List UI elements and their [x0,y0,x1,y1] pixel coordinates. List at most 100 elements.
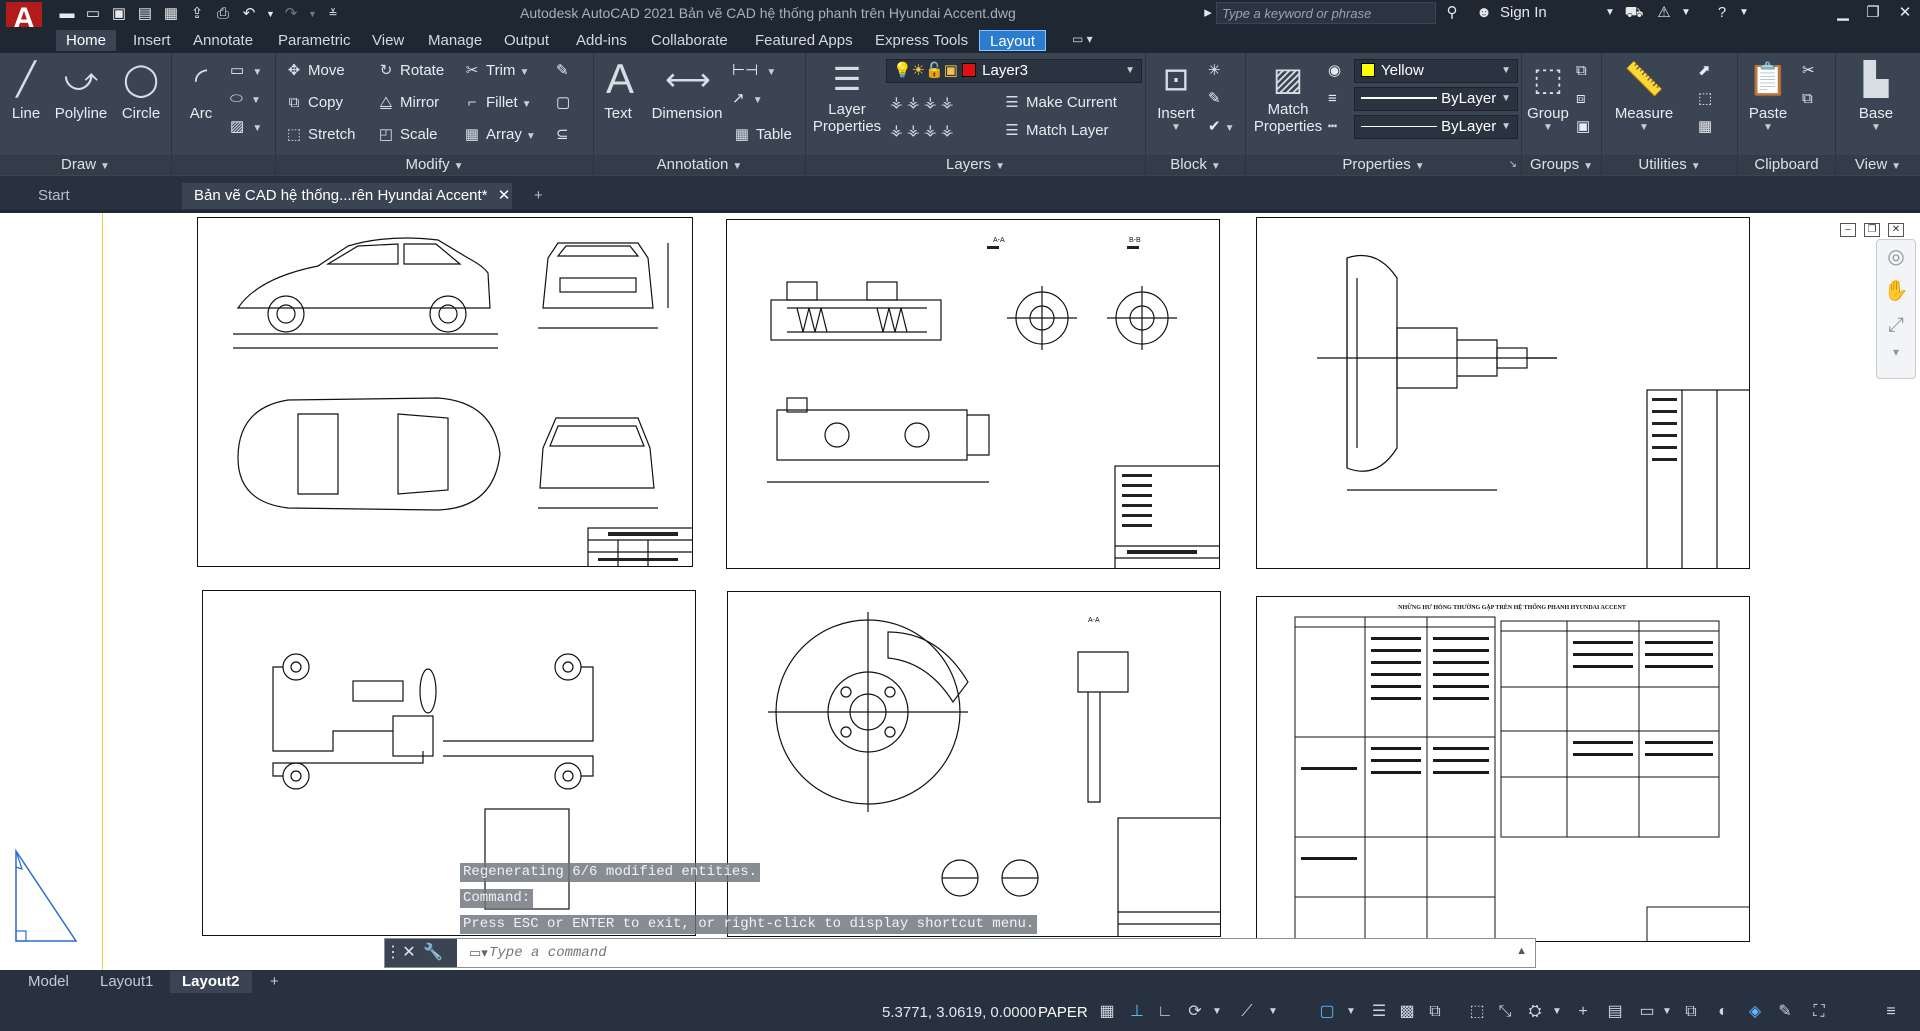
3d-osnap-icon[interactable]: ⬚ [1466,1001,1488,1023]
customize-qat-icon[interactable]: ≚ [324,5,342,23]
search-input[interactable]: Type a keyword or phrase [1216,2,1436,24]
close-icon[interactable]: ✕ [1892,2,1918,24]
connect-icon[interactable]: ⚠ [1654,3,1674,23]
layer-tools-row1[interactable]: ⚶ ⚶ ⚶ ⚶ [890,91,953,115]
restore-viewport-icon[interactable]: ❐ [1864,223,1880,237]
group-button[interactable]: ⬚ Group ▼ [1524,57,1572,133]
redo-dropdown-icon[interactable]: ▼ [308,5,317,23]
tab-output[interactable]: Output [494,30,559,51]
tab-drawing[interactable]: Bản vẽ CAD hệ thống...rên Hyundai Accent… [182,183,512,209]
tab-home[interactable]: Home [56,30,117,51]
object-snap-icon[interactable]: ▢ [1316,1001,1338,1023]
view-panel-title[interactable]: View ▼ [1836,155,1920,175]
rotate-button[interactable]: ↻ Rotate [376,59,445,83]
fullscreen-icon[interactable]: ⛶ [1808,1001,1830,1023]
tab-insert[interactable]: Insert [123,30,181,51]
edit-block-icon[interactable]: ✎ [1208,87,1221,111]
new-tab-button[interactable]: + [522,183,555,209]
drawing-area[interactable]: A-A B-B A-A NHỮNG HƯ HỎNG THƯỜNG GẶP TRÊ… [0,213,1920,970]
plot-icon[interactable]: ⎙ [214,5,232,23]
explode-icon[interactable]: ▢ [556,91,570,115]
hatch-icon[interactable]: ▨ ▼ [230,115,262,139]
polar-icon[interactable]: ⟳ [1184,1001,1206,1023]
base-button[interactable]: ▙ Base ▼ [1844,57,1908,133]
zoom-extents-icon[interactable]: ⤢ [1877,308,1915,342]
user-icon[interactable]: ☻ [1474,3,1494,23]
lineweight-icon[interactable]: ≡ [1328,87,1337,111]
tab-express-tools[interactable]: Express Tools [865,30,978,51]
grid-icon[interactable]: ▦ [1096,1001,1118,1023]
linetype-icon[interactable]: ┅ [1328,115,1337,139]
layer-tools-row2[interactable]: ⚶ ⚶ ⚶ ⚶ [890,119,953,143]
qp-dropdown-icon[interactable]: ▼ [1656,1001,1678,1023]
group-select-icon[interactable]: ▣ [1576,115,1590,139]
annotation-panel-title[interactable]: Annotation ▼ [594,155,805,175]
arc-button[interactable]: ◜ Arc [176,57,226,122]
scale-button[interactable]: ◰ Scale [376,123,438,147]
layer-properties-button[interactable]: ☰ Layer Properties [810,57,884,135]
minimize-viewport-icon[interactable]: – [1840,223,1856,237]
tab-start[interactable]: Start [26,183,186,209]
dynamic-ucs-icon[interactable]: ⤡ [1494,1001,1516,1023]
offset-icon[interactable]: ⊆ [556,123,569,147]
nav-dropdown-icon[interactable]: ▾ [1877,342,1915,362]
steering-wheel-icon[interactable]: ◎ [1877,240,1915,274]
dimension-button[interactable]: ⟷ Dimension [648,57,726,122]
lock-ui-icon[interactable]: ⧉ [1680,1001,1702,1023]
attribute-icon[interactable]: ✔ ▼ [1208,115,1234,139]
history-toggle-icon[interactable]: ▲ [1516,945,1527,957]
tab-annotate[interactable]: Annotate [183,30,263,51]
paste-button[interactable]: 📋 Paste ▼ [1740,57,1796,133]
cut-icon[interactable]: ✂ [1802,59,1815,83]
tab-add-ins[interactable]: Add-ins [566,30,637,51]
create-block-icon[interactable]: ✳ [1208,59,1221,83]
circle-button[interactable]: ◯ Circle [116,57,166,122]
leader-icon[interactable]: ↗ ▼ [732,87,763,111]
table-button[interactable]: ▦ Table [732,123,792,147]
tab-manage[interactable]: Manage [418,30,492,51]
viewport-car-views[interactable] [197,217,693,567]
lineweight-dropdown[interactable]: ByLayer ▼ [1354,87,1518,111]
units-icon[interactable]: ▤ [1604,1001,1626,1023]
viewport-master-cylinder[interactable]: A-A B-B [726,219,1220,569]
groups-panel-title[interactable]: Groups ▼ [1522,155,1601,175]
selection-cycling-icon[interactable]: ⧉ [1424,1001,1446,1023]
tab-model[interactable]: Model [16,971,81,993]
close-icon[interactable]: ✕ [397,939,421,967]
layer-dropdown[interactable]: 💡☀🔓▣ Layer3 ▼ [886,59,1142,83]
viewport-fault-table[interactable]: NHỮNG HƯ HỎNG THƯỜNG GẶP TRÊN HỆ THỐNG P… [1256,596,1750,942]
paper-space-toggle[interactable]: PAPER [1038,1004,1088,1021]
stretch-button[interactable]: ⬚ Stretch [284,123,356,147]
calculator-icon[interactable]: ▦ [1698,115,1712,139]
group-edit-icon[interactable]: ⧈ [1576,87,1586,111]
color-wheel-icon[interactable]: ◉ [1328,59,1341,83]
minimize-icon[interactable]: ▁ [1830,2,1856,24]
redo-icon[interactable]: ↷ [282,5,300,23]
undo-dropdown-icon[interactable]: ▼ [266,5,275,23]
snap-icon[interactable]: ⊥ [1126,1001,1148,1023]
undo-icon[interactable]: ↶ [240,5,258,23]
utilities-panel-title[interactable]: Utilities ▼ [1602,155,1737,175]
coordinate-readout[interactable]: 5.3771, 3.0619, 0.0000 [882,1004,1036,1021]
lineweight-toggle-icon[interactable]: ☰ [1368,1001,1390,1023]
viewport-brake-booster[interactable] [1256,217,1750,569]
annotation-monitor-icon[interactable]: ⛭ [1524,1001,1546,1023]
clean-screen-icon[interactable]: ✎ [1774,1001,1796,1023]
command-input[interactable] [465,939,1505,967]
color-dropdown[interactable]: Yellow ▼ [1354,59,1518,83]
rectangle-icon[interactable]: ▭ ▼ [230,59,262,83]
tab-parametric[interactable]: Parametric [268,30,361,51]
properties-panel-title[interactable]: Properties ▼ ↘ [1246,155,1521,175]
measure-button[interactable]: 📏 Measure ▼ [1606,57,1682,133]
save-icon[interactable]: ▣ [110,5,128,23]
add-layout-button[interactable]: + [258,971,291,993]
close-viewport-icon[interactable]: ✕ [1888,223,1904,237]
copy-clip-icon[interactable]: ⧉ [1802,87,1813,111]
web-mobile-icon[interactable]: ▦ [162,5,180,23]
osnap-dropdown-icon[interactable]: ▼ [1340,1001,1362,1023]
new-icon[interactable]: ▬ [58,5,76,23]
linetype-dropdown[interactable]: ByLayer ▼ [1354,115,1518,139]
open-icon[interactable]: ▭ [84,5,102,23]
modify-panel-title[interactable]: Modify ▼ [276,155,593,175]
ortho-icon[interactable]: ∟ [1154,1001,1176,1023]
